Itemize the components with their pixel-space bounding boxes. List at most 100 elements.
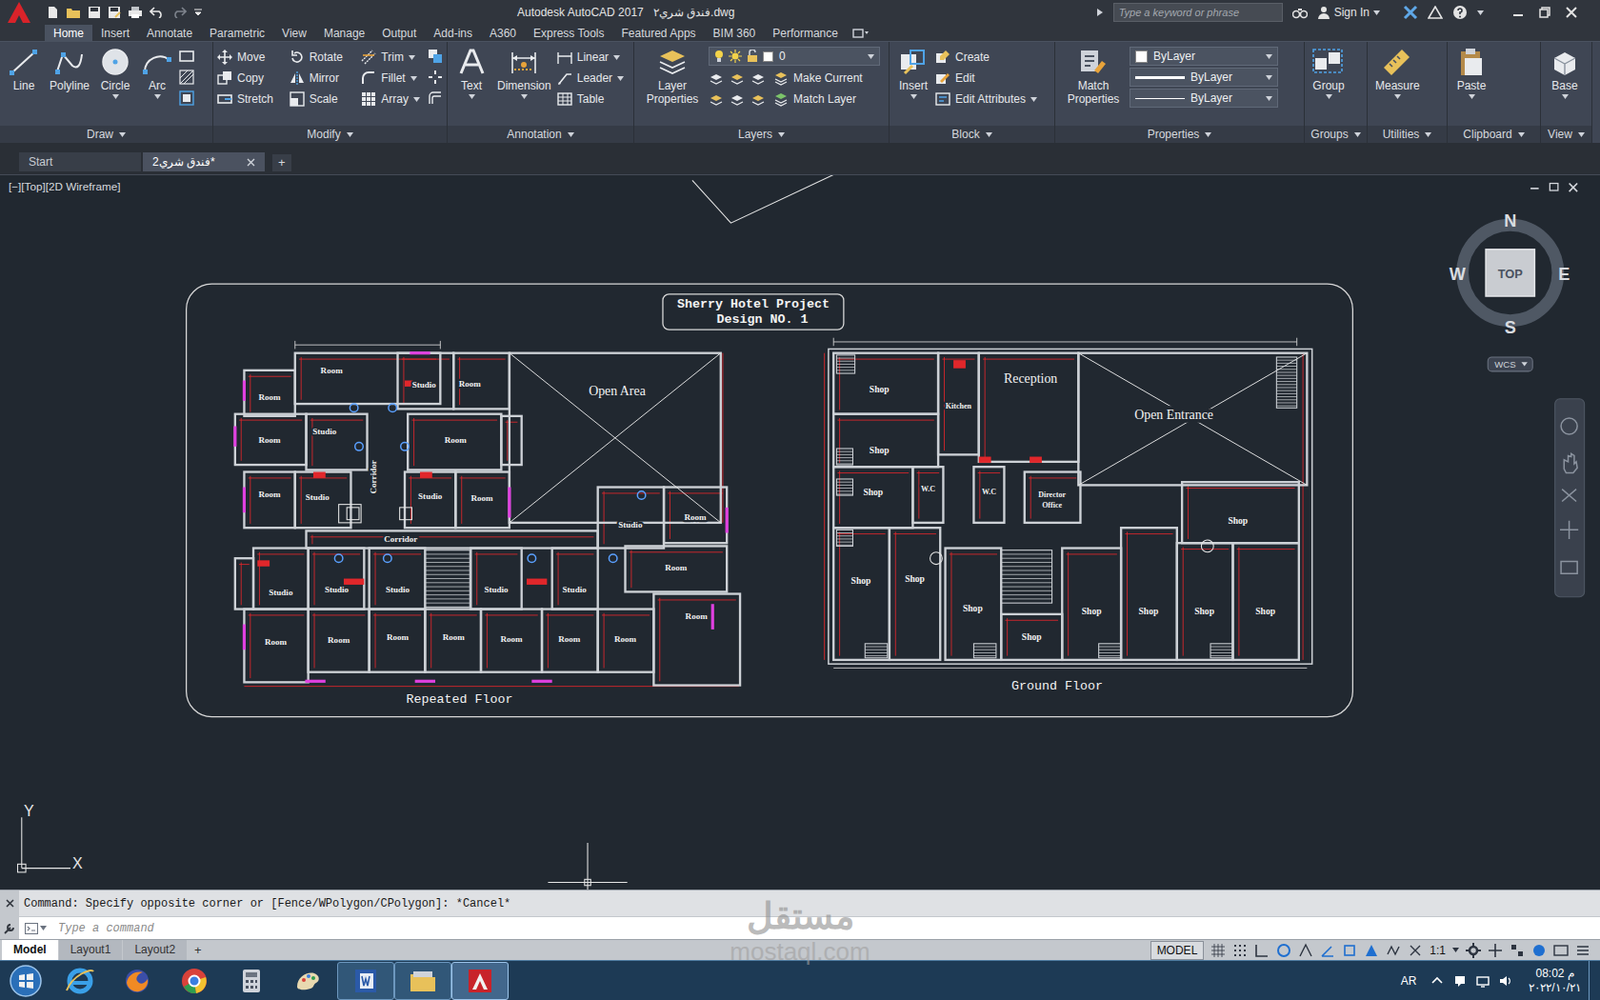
isolate-button[interactable]: [1509, 942, 1525, 959]
help-menu-button[interactable]: [1477, 10, 1484, 16]
firefox-taskbar-button[interactable]: [108, 961, 166, 1000]
navigation-tool-icon[interactable]: [1561, 489, 1577, 502]
ribbon-tab[interactable]: Add-ins: [424, 24, 481, 41]
ribbon-tab[interactable]: Home: [44, 24, 93, 41]
redo-button[interactable]: [171, 6, 187, 19]
input-language[interactable]: AR: [1400, 972, 1418, 990]
ribbon-tool[interactable]: Array: [360, 88, 426, 110]
ribbon-tool[interactable]: Create: [935, 46, 1038, 68]
ribbon-button[interactable]: Polyline: [45, 44, 94, 100]
auto-scale-button[interactable]: [1385, 942, 1401, 959]
region-button[interactable]: [179, 90, 195, 106]
ribbon-tab[interactable]: Performance: [763, 24, 847, 41]
ribbon-button[interactable]: Text: [451, 44, 492, 100]
layout-tab[interactable]: Model: [1, 940, 59, 960]
ribbon-tool[interactable]: Table: [557, 88, 624, 110]
ribbon-tool[interactable]: Move: [217, 46, 282, 68]
print-button[interactable]: [127, 5, 143, 20]
new-tab-button[interactable]: +: [272, 154, 292, 172]
ribbon-tool[interactable]: Linear: [557, 46, 624, 68]
navigation-bar[interactable]: [1555, 399, 1585, 598]
ribbon-tab[interactable]: Output: [373, 24, 425, 41]
expand-search-button[interactable]: [1096, 7, 1104, 18]
command-prompt-button[interactable]: [19, 922, 53, 935]
panel-footer[interactable]: Clipboard: [1447, 125, 1540, 143]
search-box[interactable]: [1113, 2, 1283, 22]
layer-tool-button[interactable]: [729, 92, 745, 108]
close-button[interactable]: [1565, 6, 1578, 19]
new-button[interactable]: [45, 5, 60, 20]
ribbon-minimize-button[interactable]: [852, 24, 870, 41]
ucs-menu[interactable]: [1487, 357, 1533, 372]
start-button[interactable]: [0, 963, 52, 999]
show-desktop-button[interactable]: [1588, 960, 1600, 1000]
model-space-toggle[interactable]: MODEL: [1150, 940, 1205, 960]
help-button[interactable]: [1452, 4, 1468, 20]
annotation-scale-button[interactable]: [1407, 942, 1423, 959]
model-space[interactable]: [−][Top][2D Wireframe]Sherry Hotel Proje…: [0, 175, 1600, 890]
minimize-button[interactable]: [1512, 6, 1524, 19]
ortho-button[interactable]: [1254, 942, 1270, 959]
ribbon-tool[interactable]: Leader: [557, 67, 624, 89]
ribbon-tool[interactable]: Make Current: [773, 67, 875, 89]
isodraft-button[interactable]: [1298, 942, 1314, 959]
application-menu-button[interactable]: [0, 0, 39, 25]
hatch-button[interactable]: [179, 69, 195, 85]
navigation-tool-icon[interactable]: [1560, 418, 1578, 435]
layer-tool-button[interactable]: [729, 71, 745, 87]
grid-button[interactable]: [1210, 942, 1226, 959]
gear-button[interactable]: [1465, 942, 1481, 959]
ribbon-button[interactable]: Measure: [1371, 44, 1424, 100]
annotation-visibility-button[interactable]: [1363, 942, 1380, 959]
ribbon-tab[interactable]: Manage: [315, 24, 374, 41]
customize-button[interactable]: [0, 917, 20, 940]
ribbon-button[interactable]: Base: [1544, 44, 1585, 100]
panel-footer[interactable]: Modify: [213, 125, 447, 143]
layout-tab[interactable]: Layout2: [122, 940, 187, 960]
ribbon-tab[interactable]: Parametric: [200, 24, 274, 41]
ribbon-tab[interactable]: A360: [480, 24, 525, 41]
dropdown[interactable]: 0: [708, 46, 880, 66]
layer-tool-button[interactable]: [750, 92, 766, 108]
ribbon-tool[interactable]: Mirror: [289, 67, 355, 89]
ribbon-button[interactable]: Line: [3, 44, 44, 100]
ribbon-tool[interactable]: Trim: [360, 46, 426, 68]
file-tab[interactable]: Start: [19, 152, 141, 172]
panel-footer[interactable]: Utilities: [1367, 125, 1447, 143]
add-layout-button[interactable]: +: [187, 940, 209, 960]
ribbon-tab[interactable]: BIM 360: [704, 24, 765, 41]
object-snap-button[interactable]: [1341, 942, 1358, 959]
rectangle-button[interactable]: [179, 48, 195, 64]
panel-footer[interactable]: Layers: [634, 125, 889, 143]
show-hidden-icons-button[interactable]: [1429, 973, 1445, 989]
open-button[interactable]: [65, 5, 81, 20]
ribbon-button[interactable]: Arc: [137, 44, 178, 100]
ribbon-button[interactable]: Match Properties: [1059, 44, 1128, 113]
ribbon-button[interactable]: Paste: [1451, 44, 1492, 100]
action-center-button[interactable]: [1452, 973, 1468, 989]
layer-tool-button[interactable]: [750, 71, 766, 87]
clean-screen-button[interactable]: [1553, 942, 1569, 959]
ribbon-button[interactable]: Insert: [893, 44, 934, 100]
exchange-button[interactable]: [1402, 4, 1419, 20]
navigation-tool-icon[interactable]: [1563, 453, 1578, 473]
ribbon-tool[interactable]: Scale: [289, 88, 355, 110]
navigation-tool-icon[interactable]: [1560, 520, 1579, 540]
panel-footer[interactable]: Block: [889, 125, 1055, 143]
a360-button[interactable]: [1427, 5, 1443, 20]
file-tab[interactable]: فندق شري2*: [142, 152, 265, 172]
word-taskbar-button[interactable]: [337, 961, 395, 1000]
explode-button[interactable]: [427, 69, 443, 85]
clock[interactable]: 08:02 م٢٠٢٢/١٠/٢١: [1520, 966, 1589, 996]
customize-button[interactable]: [193, 8, 203, 17]
layout-tab[interactable]: Layout1: [59, 940, 123, 960]
snap-button[interactable]: [1232, 942, 1248, 959]
ribbon-tab[interactable]: Insert: [92, 24, 139, 41]
undo-button[interactable]: [149, 6, 165, 19]
customization-button[interactable]: [1575, 942, 1591, 959]
ribbon-tool[interactable]: Stretch: [217, 88, 282, 110]
ribbon-tool[interactable]: Match Layer: [773, 88, 875, 110]
offset-button[interactable]: [427, 90, 443, 106]
dropdown[interactable]: ByLayer: [1129, 88, 1279, 108]
ribbon-tool[interactable]: Fillet: [360, 67, 426, 89]
